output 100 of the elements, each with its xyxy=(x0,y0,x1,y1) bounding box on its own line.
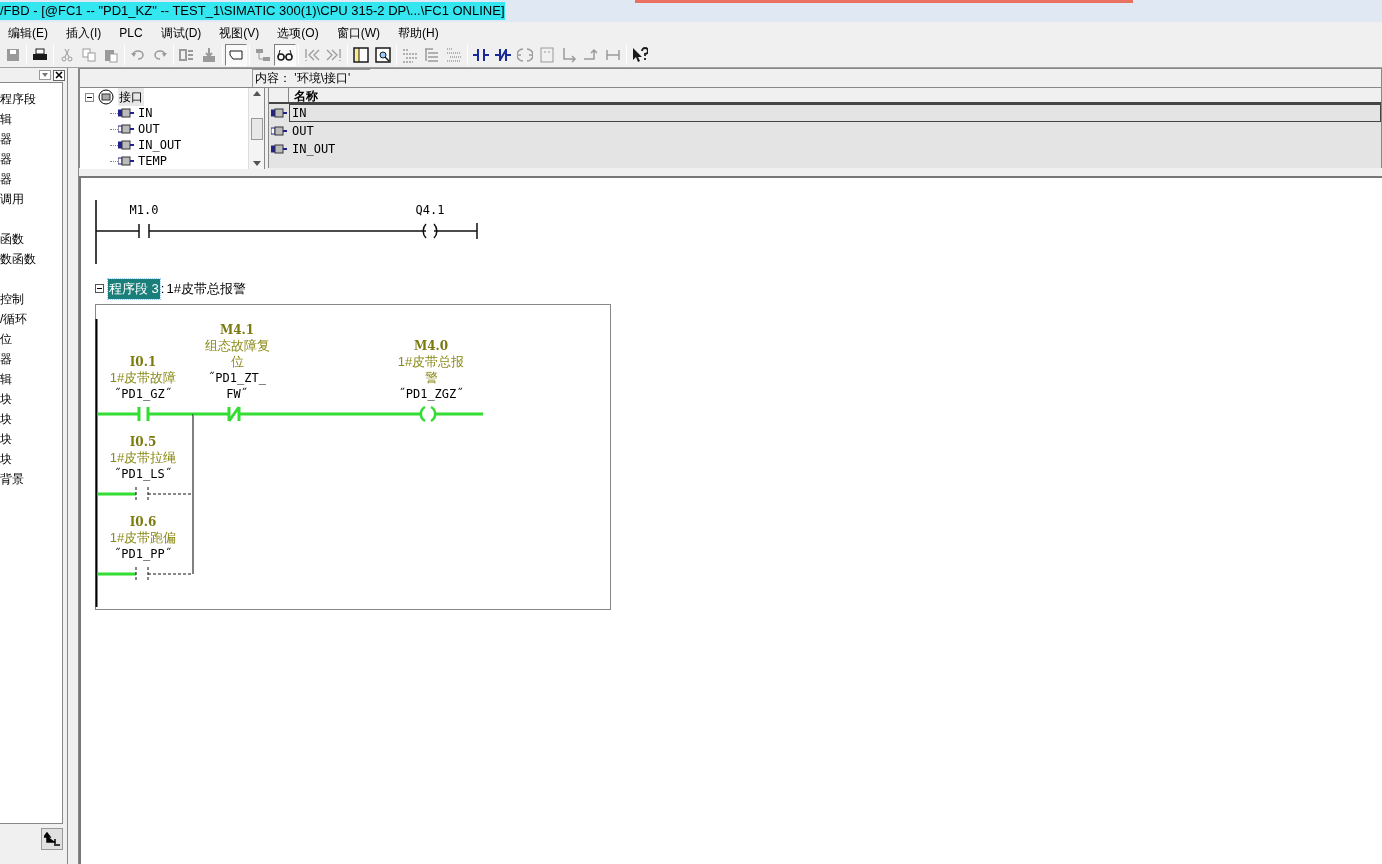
details-icon xyxy=(375,47,391,63)
undo-icon xyxy=(130,47,146,63)
dropdown-button[interactable] xyxy=(39,70,51,80)
download-icon xyxy=(201,47,217,63)
close-button[interactable] xyxy=(53,69,65,81)
menu-item[interactable]: PLC xyxy=(117,23,145,42)
menu-item[interactable]: 窗口(W) xyxy=(334,23,382,42)
parameter-icon xyxy=(271,144,287,154)
rung-line xyxy=(97,572,136,576)
cut-icon xyxy=(59,47,75,63)
parameter-icon xyxy=(271,108,287,118)
paste-icon xyxy=(103,47,119,63)
symbol-name: ˝PD1_ZGZ˝ xyxy=(397,386,465,402)
collapse-toggle[interactable] xyxy=(95,284,104,294)
menu-item[interactable]: 帮助(H) xyxy=(396,23,441,42)
palette-item[interactable]: 位 xyxy=(0,329,62,349)
operand-comment: 组态故障复位 xyxy=(203,338,271,370)
copy-icon xyxy=(81,47,97,63)
toolbar-button[interactable] xyxy=(274,44,296,66)
toolbar-button[interactable] xyxy=(350,44,372,66)
coil-icon xyxy=(517,47,533,63)
toolbar-button[interactable] xyxy=(372,44,394,66)
branch-icon xyxy=(44,832,60,846)
caret-icon xyxy=(41,72,49,78)
palette-item[interactable]: 块 xyxy=(0,449,62,469)
down-arrow-icon xyxy=(252,161,261,166)
operand-address: I0.5 xyxy=(129,434,157,450)
palette-item[interactable]: 调用 xyxy=(0,189,62,209)
column-header: 名称 xyxy=(293,88,318,102)
palette-item[interactable]: 辑 xyxy=(0,369,62,389)
network-comment[interactable]: 1#皮带总报警 xyxy=(166,279,246,299)
menu-item[interactable]: 编辑(E) xyxy=(6,23,50,42)
operand-address: M1.0 xyxy=(128,202,160,218)
menu-item[interactable]: 选项(O) xyxy=(275,23,321,42)
palette-item[interactable]: 背景 xyxy=(0,469,62,489)
palette-item[interactable]: 辑 xyxy=(0,109,62,129)
menu-item[interactable]: 调试(D) xyxy=(158,23,204,42)
table-cell[interactable]: IN xyxy=(289,104,1381,122)
palette-item[interactable]: 器 xyxy=(0,349,62,369)
rung-line xyxy=(147,573,194,575)
palette-item[interactable]: 程序段 xyxy=(0,89,62,109)
table-cell[interactable]: OUT xyxy=(289,122,1381,140)
help-icon xyxy=(632,47,648,63)
closed-contact-icon xyxy=(495,47,511,63)
operand-comment: 1#皮带跑偏 xyxy=(108,530,178,546)
operand-comment: 1#皮带拉绳 xyxy=(108,450,178,466)
tree-item[interactable]: IN_OUT xyxy=(138,138,182,152)
palette-item[interactable]: 器 xyxy=(0,129,62,149)
next-icon xyxy=(326,47,342,63)
list-icon xyxy=(402,47,418,63)
rung-line xyxy=(97,492,136,496)
print-icon xyxy=(32,47,48,63)
box-icon xyxy=(539,47,555,63)
rung-line xyxy=(97,412,139,416)
parameter-icon xyxy=(118,156,134,166)
list-icon xyxy=(446,47,462,63)
palette-item[interactable]: 器 xyxy=(0,149,62,169)
menu-item[interactable]: 插入(I) xyxy=(64,23,104,42)
content-path: 内容： '环境\接口' xyxy=(252,69,371,87)
palette-item[interactable]: 块 xyxy=(0,409,62,429)
collapse-toggle[interactable] xyxy=(85,92,94,102)
parameter-icon xyxy=(118,108,134,118)
scrollbar[interactable] xyxy=(248,88,264,169)
parameter-icon xyxy=(271,126,287,136)
branch-icon xyxy=(561,47,577,63)
palette-item[interactable]: 器 xyxy=(0,169,62,189)
symbol-name: ˝PD1_ZT_FW˝ xyxy=(207,370,267,402)
up-arrow-icon xyxy=(252,91,261,96)
operand-address: I0.1 xyxy=(129,354,157,370)
window-title: /FBD - [@FC1 -- "PD1_KZ" -- TEST_1\SIMATIC 300(1)\CPU 315-2 DP\...\FC1 ONLINE] xyxy=(0,2,505,20)
network-title[interactable]: 程序段 3 xyxy=(108,279,160,299)
tree-item[interactable]: TEMP xyxy=(138,154,167,168)
tree-item[interactable]: OUT xyxy=(138,122,160,136)
operand-address: M4.1 xyxy=(219,322,255,338)
list-icon xyxy=(424,47,440,63)
operand-address: I0.6 xyxy=(129,514,157,530)
palette-item[interactable]: 控制 xyxy=(0,289,62,309)
insert-branch-button[interactable] xyxy=(41,828,63,850)
symbol-name: ˝PD1_LS˝ xyxy=(113,466,173,482)
redo-icon xyxy=(152,47,168,63)
save-icon xyxy=(5,47,21,63)
connect-icon xyxy=(605,47,621,63)
parameter-icon xyxy=(118,124,134,134)
operand-comment: 1#皮带故障 xyxy=(108,370,178,386)
palette-item[interactable]: 数函数 xyxy=(0,249,62,269)
palette-item[interactable]: /循环 xyxy=(0,309,62,329)
palette-item[interactable]: 函数 xyxy=(0,229,62,249)
palette-item[interactable]: 块 xyxy=(0,389,62,409)
contact-icon xyxy=(473,47,489,63)
palette-item[interactable]: 块 xyxy=(0,429,62,449)
menu-item[interactable]: 视图(V) xyxy=(217,23,262,42)
parameter-icon xyxy=(118,140,134,150)
close-icon xyxy=(55,71,63,79)
glasses-icon xyxy=(277,47,293,63)
scrollbar-thumb[interactable] xyxy=(250,117,263,140)
table-cell[interactable]: IN_OUT xyxy=(289,140,1381,158)
symbol-name: ˝PD1_GZ˝ xyxy=(113,386,173,402)
separator-text: : xyxy=(160,280,165,298)
tree-item[interactable]: 接口 xyxy=(118,88,144,106)
tree-item[interactable]: IN xyxy=(138,106,153,120)
